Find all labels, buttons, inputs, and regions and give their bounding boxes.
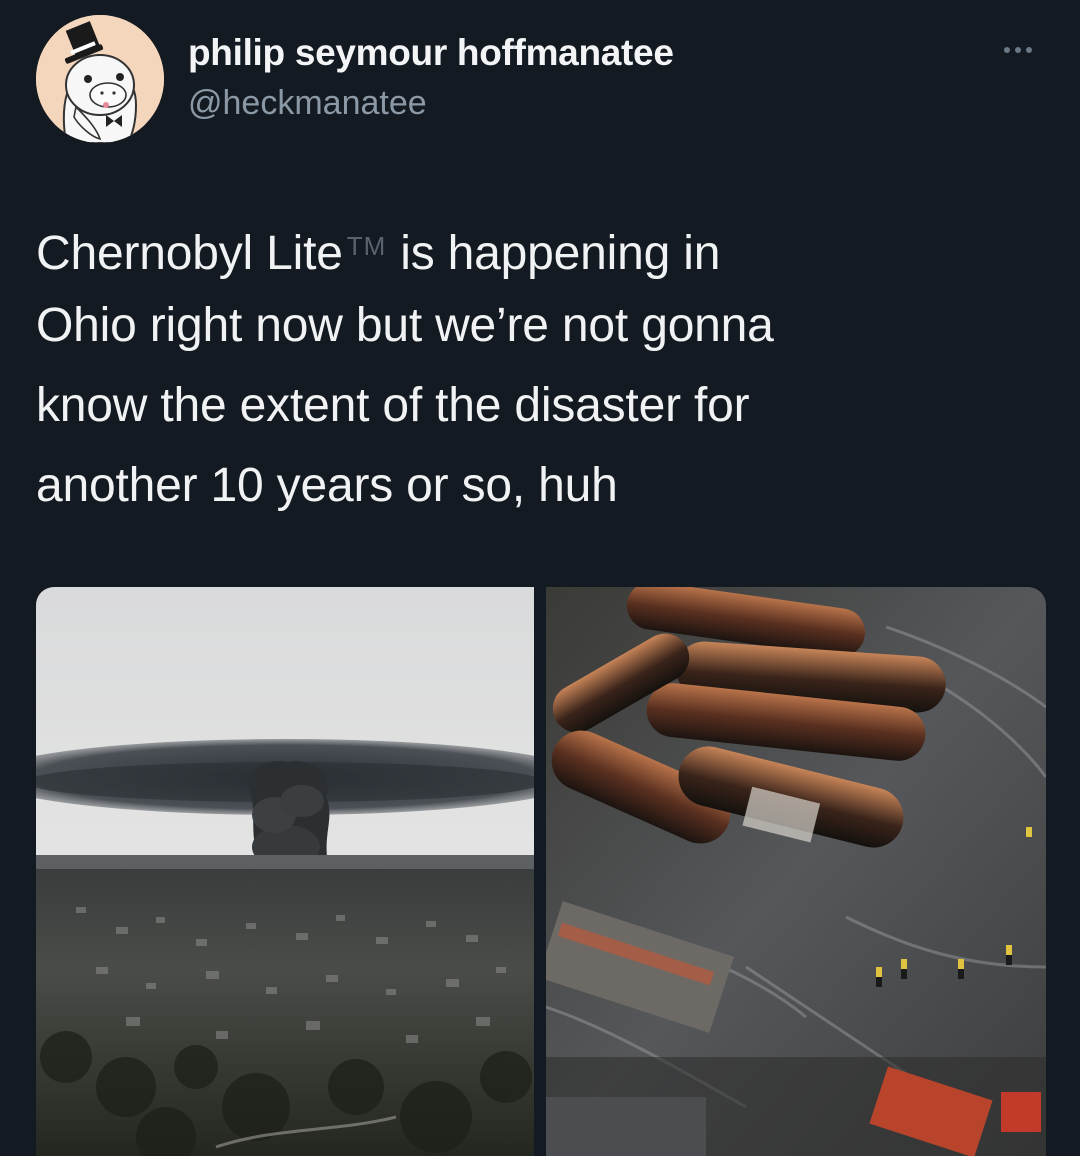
more-dots-icon	[1004, 47, 1032, 53]
tweet-text-line-2: Ohio right now but we’re not gonna	[36, 299, 774, 352]
town-smoke-cloud-photo-icon	[36, 587, 534, 1156]
trademark-symbol: TM	[346, 231, 387, 261]
tweet-text-phrase: is happening in	[400, 227, 721, 280]
tweet-text-phrase: Chernobyl Lite	[36, 227, 343, 280]
tweet-text-line-1: Chernobyl Lite TM is happening in	[36, 206, 1036, 286]
tweet-text-line-4: another 10 years or so, huh	[36, 459, 618, 512]
media-photo-derailed-tank-cars[interactable]	[546, 587, 1046, 1156]
more-options-button[interactable]	[988, 30, 1048, 70]
avatar[interactable]	[36, 15, 164, 143]
derailed-tank-cars-photo-icon	[546, 587, 1046, 1156]
media-photo-town-smoke[interactable]	[36, 587, 534, 1156]
author-display-name[interactable]: philip seymour hoffmanatee	[188, 32, 674, 74]
media-grid	[36, 587, 1046, 1156]
tweet-text-line-3: know the extent of the disaster for	[36, 379, 750, 432]
manatee-with-top-hat-avatar-icon	[36, 15, 164, 143]
tweet: philip seymour hoffmanatee @heckmanatee …	[0, 0, 1080, 1156]
tweet-text: Chernobyl Lite TM is happening in Ohio rig…	[36, 206, 1036, 526]
author-handle[interactable]: @heckmanatee	[188, 84, 427, 123]
